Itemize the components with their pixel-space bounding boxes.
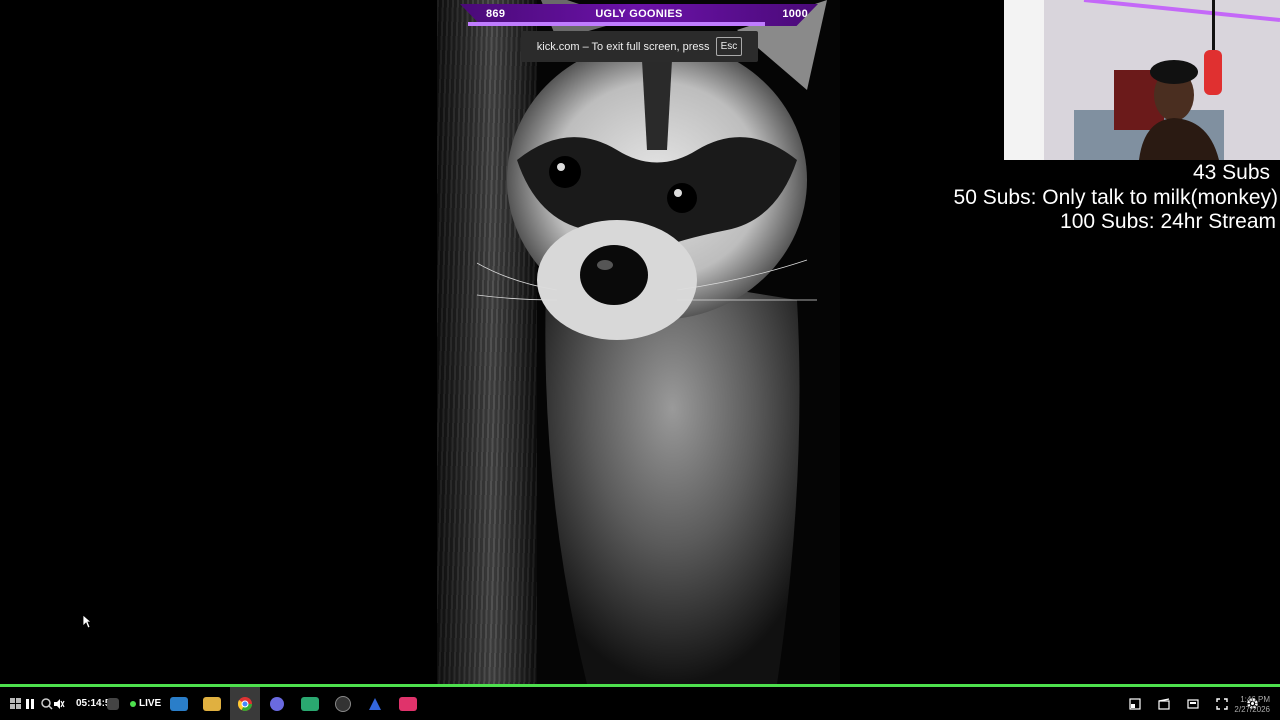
goal-target-count: 1000 [782,8,808,20]
sub-goal-100: 100 Subs: 24hr Stream [1060,210,1276,233]
live-label: LIVE [139,698,162,709]
arc-icon[interactable] [366,687,384,720]
goal-bar-progress [468,22,766,26]
mail-icon[interactable] [170,687,188,720]
folder-icon[interactable] [203,687,221,720]
windows-start-icon[interactable] [8,687,24,720]
picture-in-picture-icon[interactable] [1127,687,1143,720]
stream-artwork [437,0,840,684]
pause-icon[interactable] [24,687,36,720]
live-dot-icon [130,700,136,707]
sub-goal-50: 50 Subs: Only talk to milk(monkey) [953,185,1278,209]
discord-icon[interactable] [268,687,286,720]
mouse-cursor-icon [82,614,92,629]
obs-icon[interactable] [334,687,352,720]
raccoon-image [477,0,827,684]
clock-date: 2/27/2026 [1234,705,1270,714]
esc-key-hint: Esc [715,37,743,56]
music-icon[interactable] [399,687,417,720]
app-icon[interactable] [106,687,120,720]
live-indicator: LIVE [130,698,161,709]
theater-mode-icon[interactable] [1156,687,1172,720]
player-controls-bar: 05:14:54 LIVE 1:46 PM 2/27/2026 [0,687,1280,720]
messages-icon[interactable] [301,687,319,720]
system-clock: 1:46 PM 2/27/2026 [1234,695,1270,715]
sub-goal-bar: 869 UGLY GOONIES 1000 [460,4,818,26]
webcam-overlay [1004,0,1280,160]
sub-goals-text: 43 Subs 50 Subs: Only talk to milk(monke… [954,161,1278,235]
fullscreen-notice-text: kick.com – To exit full screen, press [536,40,710,53]
miniplayer-icon[interactable] [1185,687,1201,720]
fullscreen-notice: kick.com – To exit full screen, press Es… [521,31,758,62]
webcam-image [1004,0,1280,160]
mute-icon[interactable] [52,687,66,720]
goal-title: UGLY GOONIES [595,8,683,20]
clock-time: 1:46 PM [1240,695,1270,704]
chrome-icon[interactable] [230,687,260,720]
current-subs: 43 Subs [1192,161,1270,184]
fullscreen-icon[interactable] [1214,687,1230,720]
